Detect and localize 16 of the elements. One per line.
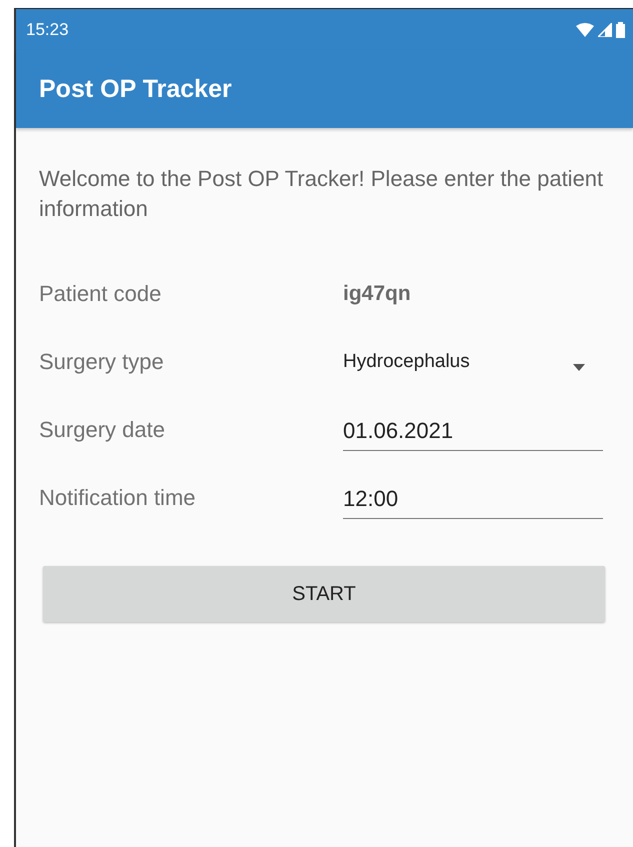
status-time: 15:23: [26, 20, 69, 40]
start-button[interactable]: START: [43, 566, 605, 622]
field-label: Surgery date: [39, 417, 165, 443]
input-field[interactable]: 12:00: [343, 478, 603, 518]
surgery-type-dropdown[interactable]: Hydrocephalus: [343, 340, 603, 384]
patient-code-value: ig47qn: [343, 282, 411, 306]
wifi-icon: [576, 22, 594, 36]
caret-icon: [573, 364, 585, 370]
field-label: Patient code: [39, 281, 162, 307]
app-title: Post OP Tracker: [39, 74, 232, 104]
intro-text: Welcome to the Post OP Tracker! Please enter the patient information: [39, 165, 604, 223]
field-label: Surgery type: [39, 349, 164, 375]
signal-icon: [598, 22, 612, 36]
field-label: Notification time: [39, 485, 196, 511]
battery-icon: [616, 22, 625, 38]
input-field[interactable]: 01.06.2021: [343, 410, 603, 450]
